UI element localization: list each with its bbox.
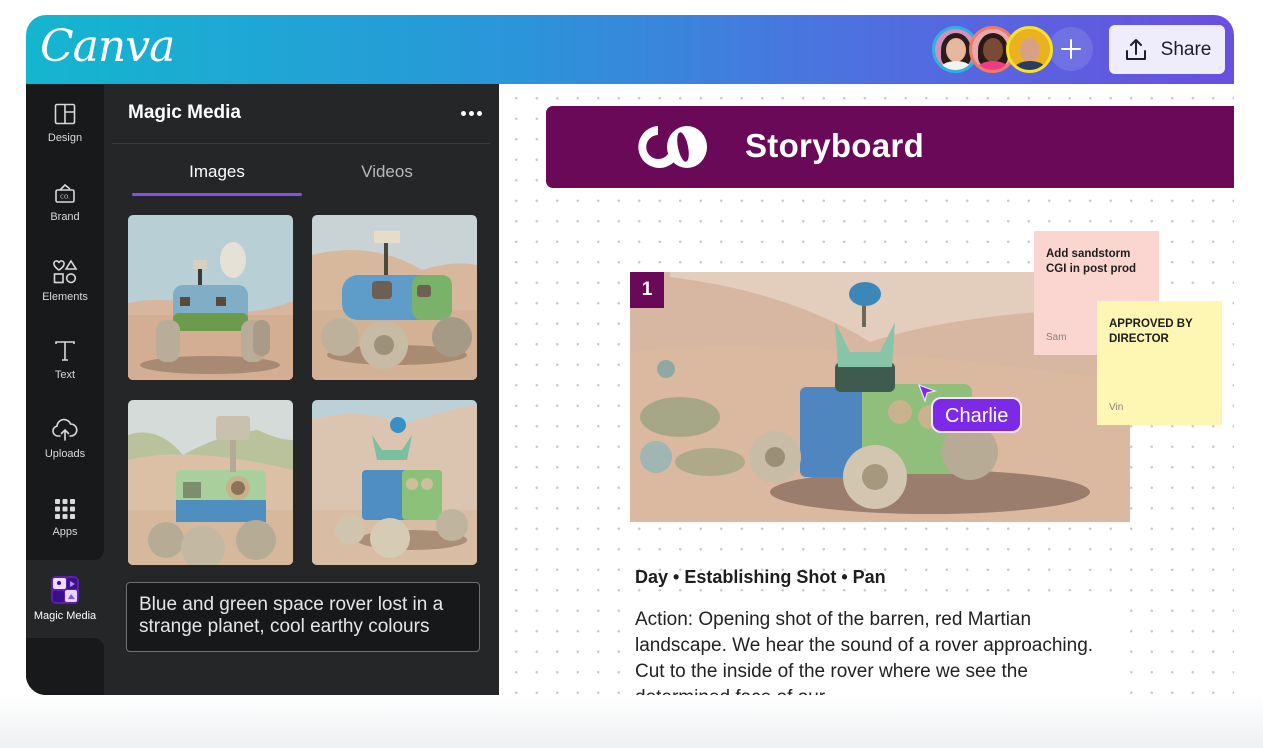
add-collaborator-button[interactable]	[1049, 27, 1093, 71]
scene-number-badge: 1	[630, 272, 664, 308]
more-options-button[interactable]	[456, 100, 486, 126]
canva-editor-window: Canva Share Design CO. Brand Elements Te…	[26, 15, 1234, 695]
canva-logo[interactable]: Canva	[40, 21, 175, 72]
rover-image	[312, 215, 477, 380]
scene-description[interactable]: Action: Opening shot of the barren, red …	[625, 599, 1125, 695]
share-label: Share	[1160, 38, 1212, 60]
svg-text:CO.: CO.	[60, 195, 70, 201]
sidebar: Design CO. Brand Elements Text Uploads A…	[26, 84, 104, 695]
magic-media-panel: Magic Media Images Videos Blue and green…	[104, 84, 499, 695]
sidebar-item-text[interactable]: Text	[26, 321, 104, 399]
text-icon	[55, 341, 75, 361]
share-upload-icon	[1125, 38, 1146, 60]
generated-image-4[interactable]	[312, 400, 477, 565]
sidebar-item-label: Text	[54, 369, 76, 381]
sidebar-item-label: Elements	[42, 291, 88, 303]
sticky-note-text: APPROVED BY DIRECTOR	[1109, 318, 1193, 345]
sidebar-item-elements[interactable]: Elements	[26, 242, 104, 320]
divider	[112, 143, 490, 144]
sidebar-item-label: Brand	[50, 211, 80, 223]
storyboard-header[interactable]: Storyboard	[546, 106, 1234, 188]
bottom-fade	[0, 695, 1263, 748]
rover-image	[128, 215, 293, 380]
more-dots-icon	[460, 110, 466, 116]
scene-heading[interactable]: Day • Establishing Shot • Pan	[635, 567, 886, 588]
magic-media-icon	[51, 576, 79, 604]
grid-icon	[55, 499, 75, 519]
sidebar-item-label: Magic Media	[33, 610, 97, 622]
sidebar-item-brand[interactable]: CO. Brand	[26, 163, 104, 241]
shapes-icon	[53, 259, 78, 284]
sticky-note-text: Add sandstorm CGI in post prod	[1046, 248, 1137, 275]
share-button[interactable]: Share	[1109, 25, 1225, 74]
screen: Canva Share Design CO. Brand Elements Te…	[0, 0, 1263, 748]
cursor-user-label: Charlie	[931, 397, 1023, 433]
top-bar: Canva Share	[26, 15, 1234, 84]
sticky-note-author: Sam	[1046, 332, 1067, 343]
rover-image	[312, 400, 477, 565]
generated-image-2[interactable]	[312, 215, 477, 380]
active-tab-indicator	[132, 193, 302, 196]
plus-icon	[1061, 39, 1081, 59]
sidebar-item-design[interactable]: Design	[26, 84, 104, 162]
storyboard-title[interactable]: Storyboard	[745, 127, 924, 165]
sidebar-item-magic-media[interactable]: Magic Media	[26, 560, 104, 638]
rover-image	[128, 400, 293, 565]
generated-image-3[interactable]	[128, 400, 293, 565]
collaborator-avatars	[932, 24, 1093, 74]
tab-videos[interactable]: Videos	[302, 162, 472, 182]
panel-title: Magic Media	[128, 102, 241, 123]
sidebar-item-label: Design	[47, 132, 83, 144]
generated-image-1[interactable]	[128, 215, 293, 380]
avatar-collaborator-3[interactable]	[1006, 25, 1053, 73]
sticky-note-author: Vin	[1109, 402, 1124, 413]
layout-icon	[54, 103, 76, 125]
sticky-note-vin[interactable]: APPROVED BY DIRECTOR Vin	[1097, 301, 1222, 425]
cloud-upload-icon	[52, 418, 78, 441]
tab-images[interactable]: Images	[132, 162, 302, 182]
sidebar-item-apps[interactable]: Apps	[26, 479, 104, 557]
design-canvas[interactable]: Storyboard 1 Add sandstorm CGI in post p…	[499, 84, 1234, 695]
sidebar-item-label: Apps	[52, 526, 78, 538]
brand-kit-icon: CO.	[55, 183, 75, 203]
sidebar-item-uploads[interactable]: Uploads	[26, 400, 104, 478]
brand-logo-icon	[638, 126, 707, 168]
prompt-input[interactable]: Blue and green space rover lost in a str…	[126, 582, 480, 652]
sidebar-item-label: Uploads	[44, 448, 86, 460]
